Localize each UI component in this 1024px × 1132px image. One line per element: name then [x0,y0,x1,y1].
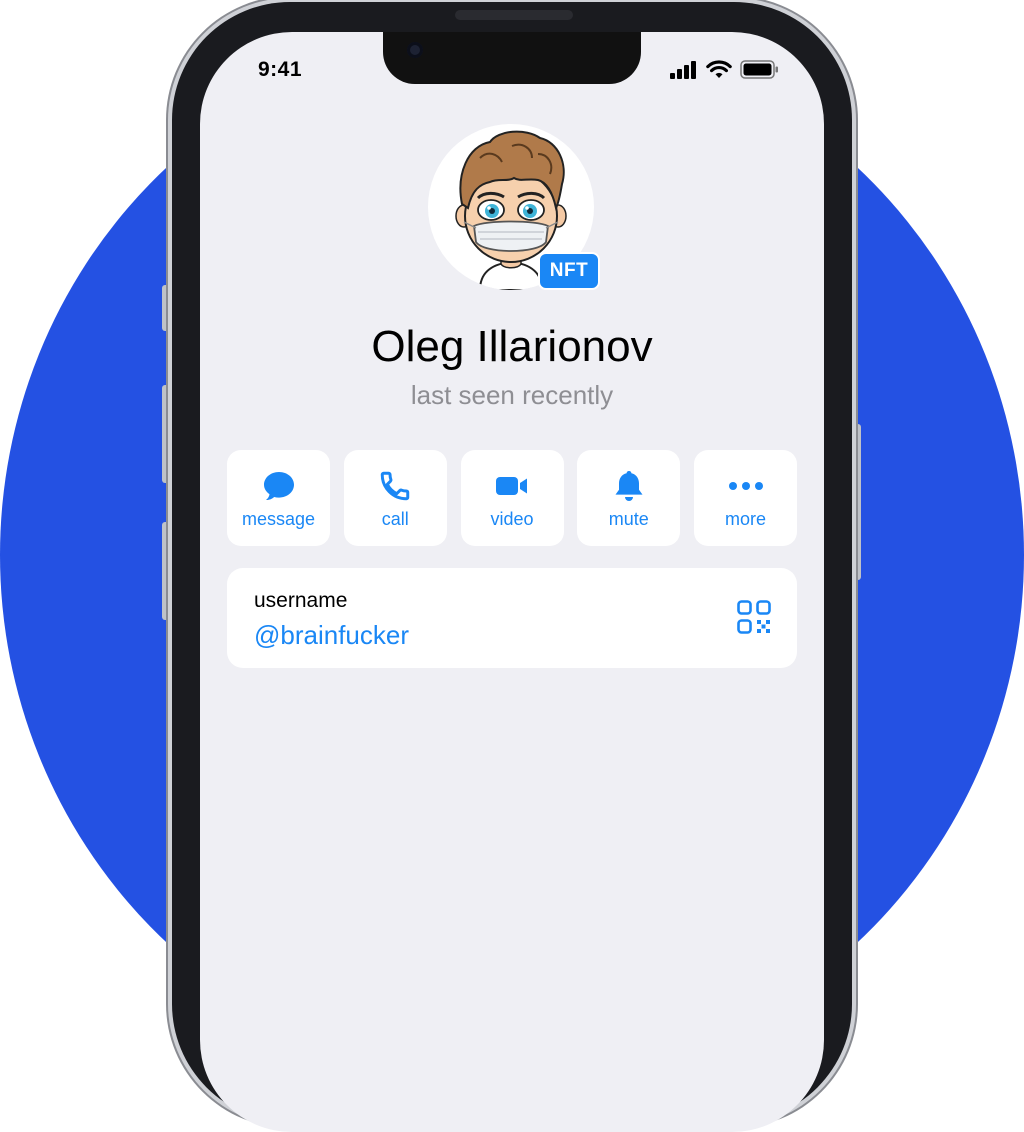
more-label: more [724,509,766,529]
video-camera-icon [496,477,527,495]
username-label: username [254,589,348,612]
call-button[interactable]: call [343,450,447,546]
message-bubble-icon [263,472,294,501]
side-button-volume-down [162,522,169,620]
notch [383,32,641,84]
nft-badge[interactable]: NFT [538,252,600,290]
message-label: message [241,509,316,529]
more-button[interactable]: more [694,450,797,546]
side-button-volume-up [162,385,169,483]
screen: 9:41 NFT Oleg Illarionov last seen recen… [200,32,824,1132]
video-label: video [490,509,534,529]
mute-button[interactable]: mute [577,450,681,546]
signal-icon [670,60,696,79]
ellipsis-icon [728,482,763,490]
phone-icon [381,471,410,501]
video-button[interactable]: video [460,450,564,546]
bell-icon [615,471,643,501]
username-value[interactable]: @brainfucker [254,620,409,651]
camera-icon [407,42,423,58]
message-button[interactable]: message [227,450,330,546]
qr-code-icon[interactable] [737,600,771,634]
call-label: call [381,509,409,529]
side-button-silent [162,285,169,331]
profile-name: Oleg Illarionov [371,322,653,371]
wifi-icon [706,60,732,78]
side-button-power [854,424,861,580]
username-card[interactable]: username @brainfucker [227,568,797,668]
status-icons [670,60,780,79]
action-buttons: message call video mute more [227,450,797,548]
phone-mockup: 9:41 NFT Oleg Illarionov last seen recen… [0,0,1024,1132]
mute-label: mute [608,509,649,529]
status-time: 9:41 [258,58,303,81]
speaker-grill [455,10,573,20]
battery-icon [740,60,778,79]
profile-status: last seen recently [410,380,614,410]
